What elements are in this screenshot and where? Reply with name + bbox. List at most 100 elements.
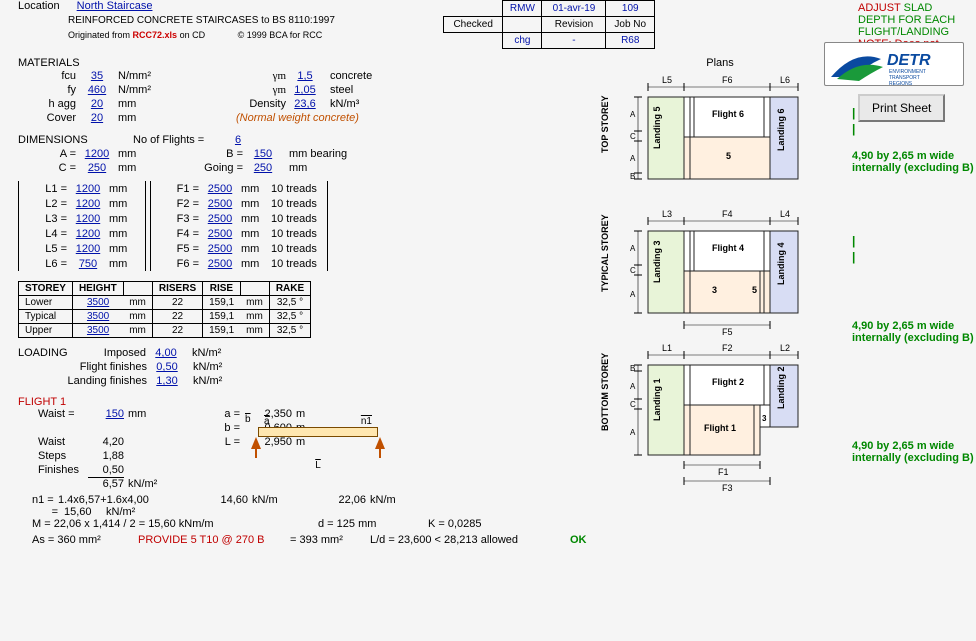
- storey-2-6: 32,5 °: [269, 324, 310, 338]
- steps-lbl: Steps: [18, 450, 88, 464]
- location-label: Location: [18, 0, 60, 12]
- svg-text:Landing 6: Landing 6: [776, 109, 786, 152]
- F4-val[interactable]: 2500: [199, 227, 241, 241]
- F3-u: mm: [241, 212, 271, 226]
- L5-lbl: L5 =: [21, 242, 67, 256]
- svg-text:Landing 5: Landing 5: [652, 107, 662, 150]
- F5-val[interactable]: 2500: [199, 242, 241, 256]
- print-button[interactable]: Print Sheet: [858, 94, 945, 122]
- meta-author: RMW: [503, 1, 542, 17]
- svg-text:5: 5: [726, 151, 731, 161]
- storey-2-1[interactable]: 3500: [72, 324, 123, 338]
- waist-u: mm: [124, 408, 156, 422]
- waist-lbl: Waist =: [18, 408, 88, 422]
- ok-text: OK: [570, 534, 600, 546]
- svg-text:F6: F6: [722, 75, 733, 85]
- side-dim-3: 4,90 by 2,65 m wide internally (excludin…: [852, 440, 976, 464]
- materials-title: MATERIALS: [18, 57, 600, 69]
- side-dim-1: 4,90 by 2,65 m wide internally (excludin…: [852, 150, 976, 174]
- F6-lbl: F6 =: [153, 257, 199, 271]
- storey-head-4: RISE: [203, 282, 241, 296]
- gm2-val[interactable]: 1,05: [286, 83, 324, 97]
- svg-text:L2: L2: [780, 343, 790, 353]
- storey-0-1[interactable]: 3500: [72, 296, 123, 310]
- storey-table: STOREYHEIGHTRISERSRISERAKE Lower3500mm22…: [18, 281, 311, 338]
- left-react: 14,60: [178, 494, 248, 506]
- svg-text:5: 5: [752, 285, 757, 295]
- Ld-line: L/d = 23,600 < 28,213 allowed: [370, 534, 570, 546]
- storey-0-2: mm: [123, 296, 152, 310]
- L2-val[interactable]: 1200: [67, 197, 109, 211]
- gm1-note: concrete: [324, 69, 378, 83]
- d-line: d = 125 mm: [318, 518, 428, 530]
- svg-text:F4: F4: [722, 209, 733, 219]
- load2-val[interactable]: 1,30: [147, 374, 187, 388]
- fy-val[interactable]: 460: [76, 83, 118, 97]
- density-lbl: Density: [228, 97, 286, 111]
- load0-u: kN/m²: [186, 346, 221, 360]
- L3-val[interactable]: 1200: [67, 212, 109, 226]
- load1-u: kN/m²: [187, 360, 231, 374]
- L4-val[interactable]: 1200: [67, 227, 109, 241]
- fy-u: N/mm²: [118, 83, 154, 97]
- storey-0-3: 22: [152, 296, 202, 310]
- svg-text:Flight 6: Flight 6: [712, 109, 744, 119]
- storey-1-1[interactable]: 3500: [72, 310, 123, 324]
- F1-u: mm: [241, 182, 271, 196]
- storey-1-4: 159,1: [203, 310, 241, 324]
- dimensions-title: DIMENSIONS: [18, 133, 133, 147]
- L4-lbl: L4 =: [21, 227, 67, 241]
- F5-tr: 10 treads: [271, 242, 321, 256]
- side-dim-2: 4,90 by 2,65 m wide internally (excludin…: [852, 320, 976, 344]
- F2-u: mm: [241, 197, 271, 211]
- C-val[interactable]: 250: [76, 161, 118, 175]
- density-val[interactable]: 23,6: [286, 97, 324, 111]
- Go-val[interactable]: 250: [243, 161, 283, 175]
- bar1: |: [852, 106, 855, 120]
- n1-res: 15,60: [58, 506, 106, 518]
- right-react: 22,06: [288, 494, 366, 506]
- L6-val[interactable]: 750: [67, 257, 109, 271]
- origin-post: on CD: [177, 30, 205, 40]
- M-line: M = 22,06 x 1,414 / 2 = 15,60 kNm/m: [18, 518, 318, 530]
- F2-val[interactable]: 2500: [199, 197, 241, 211]
- noflights-val[interactable]: 6: [223, 133, 253, 147]
- svg-text:L6: L6: [780, 75, 790, 85]
- location-value[interactable]: North Staircase: [77, 0, 153, 12]
- waist-val[interactable]: 150: [88, 408, 124, 422]
- meta-table: RMW 01-avr-19 109 Checked Revision Job N…: [443, 0, 655, 49]
- Go-u: mm: [283, 161, 307, 175]
- storey-0-4: 159,1: [203, 296, 241, 310]
- beam-L-lbl: L: [233, 460, 403, 471]
- B-val[interactable]: 150: [243, 147, 283, 161]
- load0-val[interactable]: 4,00: [146, 346, 186, 360]
- gm2-note: steel: [324, 83, 378, 97]
- F3-val[interactable]: 2500: [199, 212, 241, 226]
- svg-text:3: 3: [712, 285, 717, 295]
- hagg-u: mm: [118, 97, 154, 111]
- F6-u: mm: [241, 257, 271, 271]
- fin-lbl: Finishes: [18, 464, 88, 478]
- storey-2-5: mm: [240, 324, 269, 338]
- L5-val[interactable]: 1200: [67, 242, 109, 256]
- A-val[interactable]: 1200: [76, 147, 118, 161]
- load1-val[interactable]: 0,50: [147, 360, 187, 374]
- F2-lbl: F2 =: [153, 197, 199, 211]
- beam-b-lbl: b: [245, 414, 251, 425]
- svg-text:B: B: [630, 172, 635, 181]
- L6-u: mm: [109, 257, 139, 271]
- cover-val[interactable]: 20: [76, 111, 118, 125]
- F1-tr: 10 treads: [271, 182, 321, 196]
- L1-val[interactable]: 1200: [67, 182, 109, 196]
- gm-lbl2: γm: [228, 83, 286, 97]
- F1-lbl: F1 =: [153, 182, 199, 196]
- F6-val[interactable]: 2500: [199, 257, 241, 271]
- gm1-val[interactable]: 1,5: [286, 69, 324, 83]
- hagg-val[interactable]: 20: [76, 97, 118, 111]
- fin-val: 0,50: [88, 464, 124, 478]
- fcu-val[interactable]: 35: [76, 69, 118, 83]
- cover-lbl: Cover: [18, 111, 76, 125]
- F1-val[interactable]: 2500: [199, 182, 241, 196]
- A-lbl: A =: [18, 147, 76, 161]
- svg-text:L5: L5: [662, 75, 672, 85]
